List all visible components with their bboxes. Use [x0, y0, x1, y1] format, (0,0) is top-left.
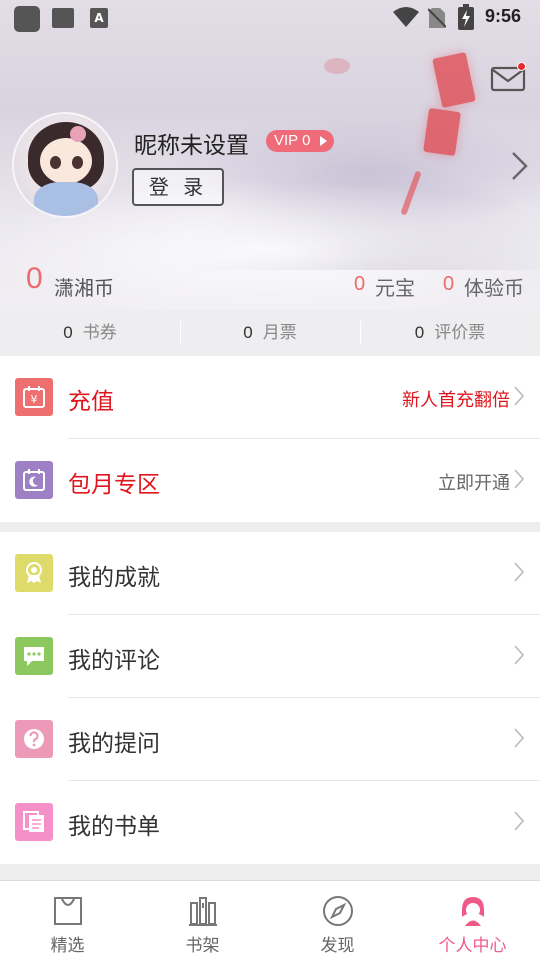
yuan-calendar-icon: ¥	[15, 378, 53, 416]
tab-discover[interactable]: 发现	[270, 881, 405, 960]
ticket-book-voucher[interactable]: 0 书券	[0, 310, 180, 356]
open-now-link: 立即开通	[438, 473, 510, 494]
background-lantern	[432, 52, 476, 108]
question-icon	[15, 720, 53, 758]
avatar[interactable]	[12, 112, 118, 218]
vip-badge[interactable]: VIP 0	[266, 130, 335, 152]
app-notification-icon	[14, 6, 40, 32]
moon-calendar-icon	[15, 461, 53, 499]
menu-item-questions[interactable]: 我的提问	[0, 698, 540, 781]
chevron-right-icon	[514, 811, 524, 831]
menu-item-monthly-zone[interactable]: 包月专区 立即开通	[0, 439, 540, 522]
section-gap	[0, 864, 540, 880]
nickname: 昵称未设置	[134, 133, 249, 159]
wifi-icon	[393, 7, 419, 27]
vip-label: VIP 0	[274, 132, 311, 149]
chevron-right-icon[interactable]	[508, 150, 532, 182]
menu-secondary: 我的成就 我的评论 我的提问 我的书单	[0, 532, 540, 864]
svg-text:¥: ¥	[31, 393, 38, 406]
yuanbao-value: 0	[354, 273, 366, 295]
recharge-promo: 新人首充翻倍	[402, 390, 510, 411]
menu-item-label: 我的成就	[68, 565, 160, 591]
chevron-right-icon	[514, 469, 524, 489]
ticket-monthly-vote[interactable]: 0 月票	[180, 310, 360, 356]
battery-charging-icon	[458, 4, 474, 30]
menu-item-label: 我的书单	[68, 814, 160, 840]
menu-item-label: 包月专区	[68, 472, 160, 498]
clock: 9:56	[485, 6, 522, 26]
xiaoxiang-coin-value: 0	[26, 262, 43, 295]
comment-icon	[15, 637, 53, 675]
login-button[interactable]: 登 录	[132, 168, 224, 206]
status-bar: A 9:56	[0, 0, 540, 36]
tab-featured[interactable]: 精选	[0, 881, 135, 960]
no-sim-icon	[428, 8, 446, 28]
menu-item-achievements[interactable]: 我的成就	[0, 532, 540, 615]
booklist-icon	[15, 803, 53, 841]
chevron-right-icon	[514, 645, 524, 665]
menu-item-comments[interactable]: 我的评论	[0, 615, 540, 698]
background-petal	[324, 58, 350, 74]
image-notification-icon	[52, 8, 74, 28]
bookshelf-icon	[188, 897, 217, 926]
menu-item-label: 充值	[68, 389, 114, 415]
menu-item-label: 我的提问	[68, 731, 160, 757]
tab-profile[interactable]: 个人中心	[405, 881, 540, 960]
bottom-navigation: 精选 书架 发现 个人中心	[0, 880, 540, 960]
unread-badge	[517, 62, 526, 71]
play-arrow-icon	[320, 136, 328, 146]
menu-item-recharge[interactable]: ¥ 充值 新人首充翻倍	[0, 356, 540, 439]
medal-icon	[15, 554, 53, 592]
profile-header: A 9:56 昵称未设置 VIP 0 登 录 0 潇湘币 0 元宝 0 体验币	[0, 0, 540, 310]
compass-icon	[322, 896, 353, 926]
menu-item-label: 我的评论	[68, 648, 160, 674]
text-notification-icon: A	[90, 8, 108, 28]
ticket-summary: 0 书券 0 月票 0 评价票	[0, 310, 540, 356]
chevron-right-icon	[514, 386, 524, 406]
chevron-right-icon	[514, 728, 524, 748]
yuanbao-label: 元宝	[375, 276, 415, 300]
menu-item-booklists[interactable]: 我的书单	[0, 781, 540, 864]
trial-coin-label: 体验币	[464, 276, 524, 300]
menu-primary: ¥ 充值 新人首充翻倍 包月专区 立即开通	[0, 356, 540, 522]
tab-bookshelf[interactable]: 书架	[135, 881, 270, 960]
trial-coin-value: 0	[443, 273, 455, 295]
xiaoxiang-coin-label: 潇湘币	[54, 276, 114, 300]
chevron-right-icon	[514, 562, 524, 582]
ticket-review-vote[interactable]: 0 评价票	[360, 310, 540, 356]
background-lantern	[423, 107, 461, 157]
shopping-bag-icon	[53, 897, 82, 925]
girl-avatar-icon	[461, 897, 484, 926]
